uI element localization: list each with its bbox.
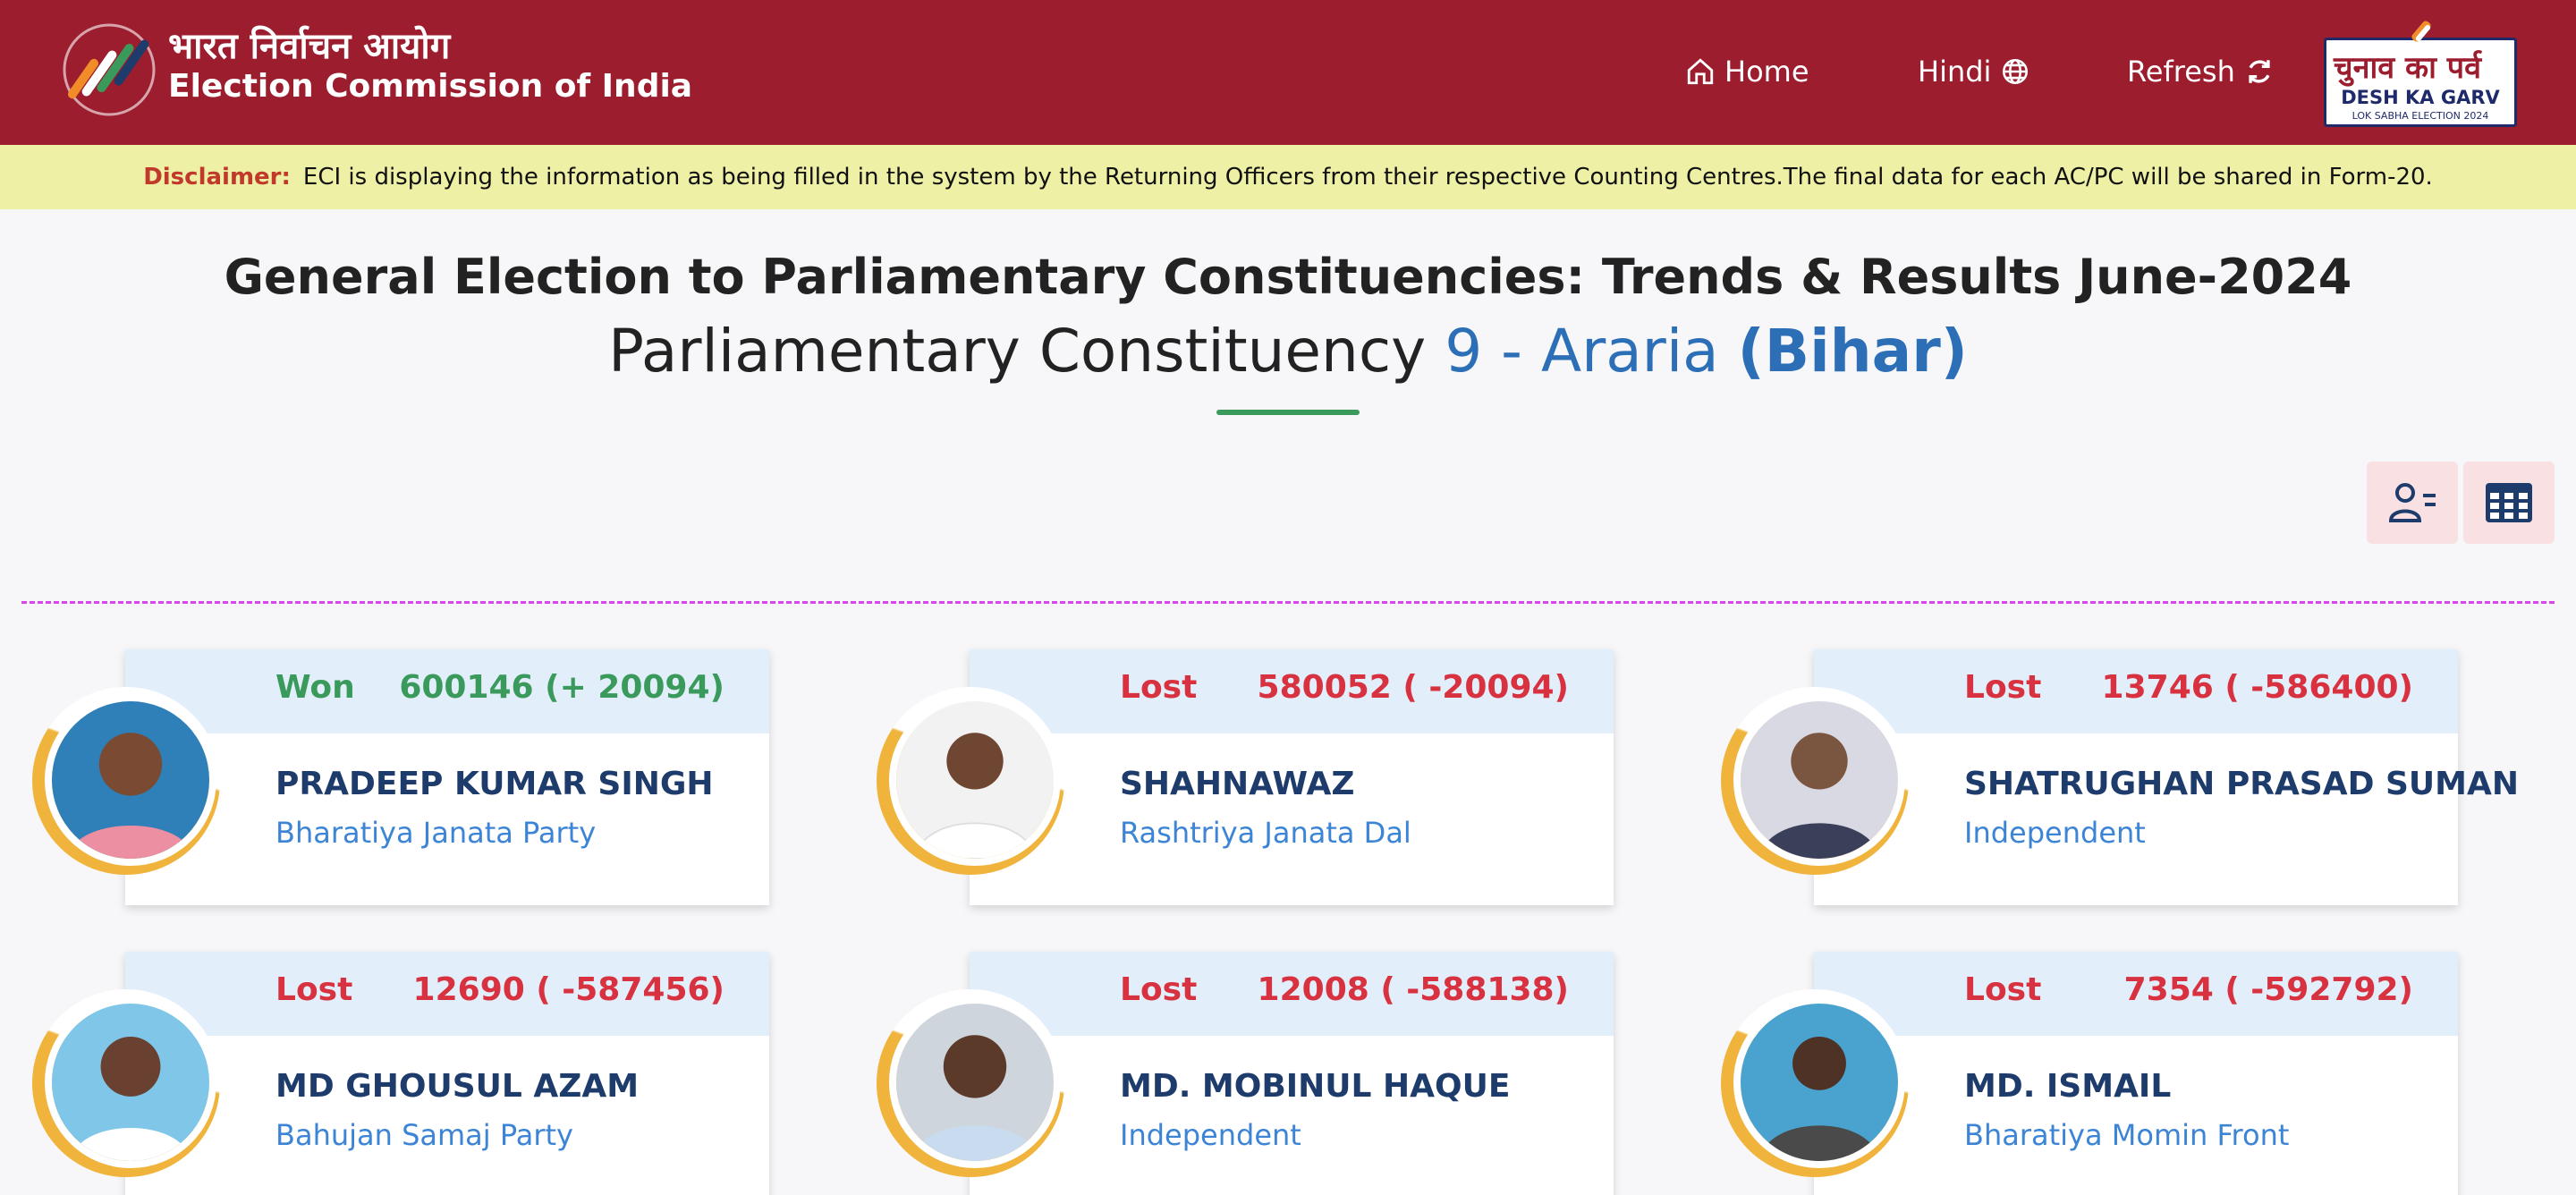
candidate-card-body: Lost 13746 ( -586400) SHATRUGHAN PRASAD … <box>1814 649 2519 905</box>
candidate-card[interactable]: Lost 12690 ( -587456) MD GHOUSUL AZAM Ba… <box>32 952 769 1195</box>
candidate-votes: 12008 ( -588138) <box>1257 971 1569 1008</box>
candidate-photo-ring <box>877 989 1064 1177</box>
badge-english-text: DESH KA GARV <box>2341 87 2500 108</box>
candidate-status: Lost <box>1964 971 2042 1008</box>
candidate-name: MD GHOUSUL AZAM <box>275 1068 640 1105</box>
eci-logo-icon[interactable] <box>61 20 157 120</box>
candidate-party: Rashtriya Janata Dal <box>1120 816 1411 850</box>
site-header: भारत निर्वाचन आयोग Election Commission o… <box>0 0 2576 145</box>
card-view-button[interactable] <box>2367 462 2458 544</box>
nav-language-toggle[interactable]: Hindi <box>1918 50 2030 93</box>
candidate-photo <box>889 694 1061 866</box>
candidate-card[interactable]: Lost 13746 ( -586400) SHATRUGHAN PRASAD … <box>1721 649 2519 905</box>
page-title: General Election to Parliamentary Consti… <box>224 249 2352 305</box>
candidate-name: PRADEEP KUMAR SINGH <box>275 766 714 802</box>
ballot-ink-icon <box>2411 21 2431 42</box>
constituency-title: Parliamentary Constituency 9 - Araria (B… <box>0 317 2576 386</box>
candidate-name: SHATRUGHAN PRASAD SUMAN <box>1964 766 2519 802</box>
disclaimer-bar: Disclaimer: ECI is displaying the inform… <box>0 145 2576 209</box>
candidate-photo <box>1733 996 1905 1168</box>
refresh-icon <box>2249 60 2270 83</box>
candidate-photo <box>45 996 216 1168</box>
globe-icon <box>2003 58 2029 85</box>
candidate-votes: 7354 ( -592792) <box>2123 971 2413 1008</box>
badge-sub-text: LOK SABHA ELECTION 2024 <box>2351 110 2489 122</box>
candidate-status: Lost <box>1120 669 1198 706</box>
candidate-card[interactable]: Lost 7354 ( -592792) MD. ISMAIL Bharatiy… <box>1721 952 2458 1195</box>
candidate-photo-ring <box>32 989 220 1177</box>
candidate-party: Bahujan Samaj Party <box>275 1118 573 1152</box>
candidate-votes: 600146 (+ 20094) <box>399 669 724 706</box>
constituency-prefix: Parliamentary Constituency <box>608 317 1427 386</box>
home-icon <box>1687 58 1714 85</box>
candidate-card-body: Won 600146 (+ 20094) PRADEEP KUMAR SINGH… <box>125 649 769 905</box>
candidate-photo <box>1733 694 1905 866</box>
candidate-card-body: Lost 580052 ( -20094) SHAHNAWAZ Rashtriy… <box>970 649 1614 905</box>
state-name: (Bihar) <box>1737 317 1968 386</box>
candidate-party: Bharatiya Momin Front <box>1964 1118 2290 1152</box>
nav-hindi-label: Hindi <box>1918 55 1992 89</box>
candidate-status: Lost <box>1964 669 2042 706</box>
table-view-button[interactable] <box>2463 462 2555 544</box>
brand-name-english: Election Commission of India <box>168 68 693 105</box>
disclaimer-text: ECI is displaying the information as bei… <box>302 164 2433 191</box>
nav-refresh-button[interactable]: Refresh <box>2127 50 2275 93</box>
candidate-status: Lost <box>1120 971 1198 1008</box>
candidate-name: SHAHNAWAZ <box>1120 766 1355 802</box>
nav-refresh-label: Refresh <box>2127 55 2235 89</box>
candidate-votes: 580052 ( -20094) <box>1257 669 1569 706</box>
nav-home-label: Home <box>1724 55 1809 89</box>
candidate-status: Won <box>275 669 355 706</box>
candidate-card-body: Lost 12690 ( -587456) MD GHOUSUL AZAM Ba… <box>125 952 769 1195</box>
section-divider <box>21 601 2555 604</box>
candidate-party: Independent <box>1964 816 2146 850</box>
candidate-photo <box>889 996 1061 1168</box>
candidate-photo-ring <box>1721 687 1909 875</box>
candidate-name: MD. MOBINUL HAQUE <box>1120 1068 1511 1105</box>
user-list-icon <box>2388 483 2436 522</box>
candidate-party: Independent <box>1120 1118 1301 1152</box>
candidate-party: Bharatiya Janata Party <box>275 816 597 850</box>
brand-name-hindi: भारत निर्वाचन आयोग <box>168 26 451 67</box>
table-grid-icon <box>2486 483 2532 522</box>
candidate-card-body: Lost 7354 ( -592792) MD. ISMAIL Bharatiy… <box>1814 952 2458 1195</box>
candidate-photo-ring <box>877 687 1064 875</box>
candidate-votes: 13746 ( -586400) <box>2101 669 2413 706</box>
candidate-card[interactable]: Lost 580052 ( -20094) SHAHNAWAZ Rashtriy… <box>877 649 1614 905</box>
candidate-photo-ring <box>32 687 220 875</box>
candidate-card[interactable]: Won 600146 (+ 20094) PRADEEP KUMAR SINGH… <box>32 649 769 905</box>
title-underline <box>1216 410 1360 415</box>
candidate-votes: 12690 ( -587456) <box>412 971 724 1008</box>
candidate-status: Lost <box>275 971 353 1008</box>
candidate-photo <box>45 694 216 866</box>
candidate-card[interactable]: Lost 12008 ( -588138) MD. MOBINUL HAQUE … <box>877 952 1614 1195</box>
constituency-name: 9 - Araria <box>1445 317 1719 386</box>
candidate-name: MD. ISMAIL <box>1964 1068 2172 1105</box>
candidate-card-body: Lost 12008 ( -588138) MD. MOBINUL HAQUE … <box>970 952 1614 1195</box>
nav-home-link[interactable]: Home <box>1685 50 1809 93</box>
disclaimer-label: Disclaimer: <box>143 164 291 191</box>
candidate-photo-ring <box>1721 989 1909 1177</box>
